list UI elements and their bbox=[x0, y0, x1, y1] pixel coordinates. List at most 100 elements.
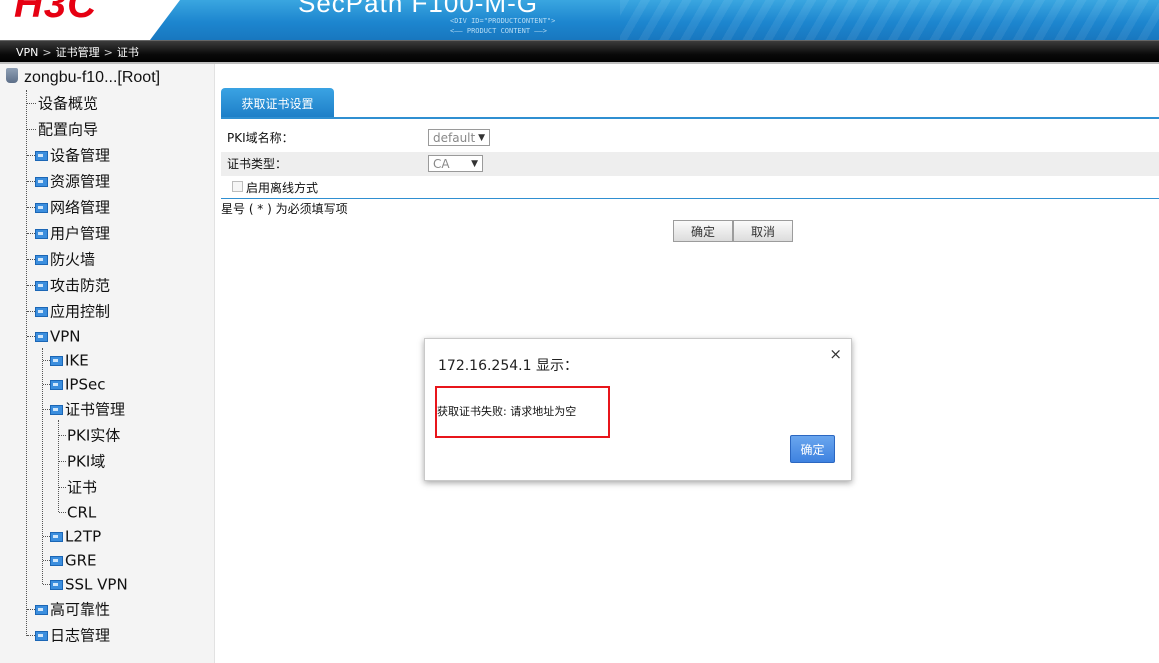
sidebar-item-crl[interactable]: CRL bbox=[67, 501, 96, 523]
sidebar-item-label: 资源管理 bbox=[50, 172, 111, 191]
tree-branch bbox=[27, 259, 35, 260]
tab-get-cert-settings[interactable]: 获取证书设置 bbox=[221, 88, 334, 117]
header-deco-line: <—— PRODUCT CONTENT ——> bbox=[450, 27, 547, 35]
tree-branch bbox=[43, 360, 50, 361]
sidebar-item-label: PKI域 bbox=[67, 452, 106, 471]
folder-icon bbox=[50, 579, 63, 590]
sidebar-item-label: PKI实体 bbox=[67, 426, 121, 445]
sidebar-item-app-control[interactable]: 应用控制 bbox=[35, 300, 110, 322]
folder-icon bbox=[35, 280, 48, 291]
offline-mode-checkbox[interactable] bbox=[232, 181, 243, 192]
tree-branch bbox=[27, 207, 35, 208]
tree-branch bbox=[27, 155, 35, 156]
tree-branch bbox=[43, 560, 50, 561]
cert-type-label: 证书类型： bbox=[227, 157, 288, 171]
alert-dialog: 172.16.254.1 显示： × 获取证书失败: 请求地址为空 确定 bbox=[424, 338, 852, 481]
tree-branch bbox=[27, 129, 36, 130]
sidebar-item-label: 网络管理 bbox=[50, 198, 111, 217]
required-note: 星号 ( * ) 为必须填写项 bbox=[221, 202, 348, 216]
sidebar-item-label: 证书 bbox=[67, 478, 98, 497]
sidebar-item-label: 攻击防范 bbox=[50, 276, 111, 295]
sidebar-item-device-mgmt[interactable]: 设备管理 bbox=[35, 144, 110, 166]
app-header: H3C SecPath F100-M-G <DIV ID="PRODUCTCON… bbox=[0, 0, 1159, 40]
folder-icon bbox=[35, 630, 48, 641]
tree-branch bbox=[59, 435, 66, 436]
sidebar-item-device-overview[interactable]: 设备概览 bbox=[38, 92, 98, 114]
sidebar-item-cert-mgmt[interactable]: 证书管理 bbox=[50, 398, 125, 420]
tree-branch bbox=[59, 487, 66, 488]
breadcrumb-bar: VPN > 证书管理 > 证书 bbox=[0, 40, 1159, 63]
tree-branch bbox=[43, 584, 50, 585]
tree-branch bbox=[27, 609, 35, 610]
sidebar-item-label: GRE bbox=[65, 551, 97, 570]
tree-branch bbox=[43, 409, 50, 410]
sidebar-item-label: 用户管理 bbox=[50, 224, 111, 243]
sidebar-item-label: 日志管理 bbox=[50, 626, 111, 645]
sidebar-item-user-mgmt[interactable]: 用户管理 bbox=[35, 222, 110, 244]
sidebar-item-pki-entity[interactable]: PKI实体 bbox=[67, 424, 120, 446]
sidebar-item-resource-mgmt[interactable]: 资源管理 bbox=[35, 170, 110, 192]
tree-branch bbox=[27, 103, 36, 104]
sidebar-item-label: 证书管理 bbox=[65, 400, 126, 419]
tree-branch bbox=[59, 512, 66, 513]
sidebar-item-vpn[interactable]: VPN bbox=[35, 325, 81, 347]
folder-icon bbox=[50, 555, 63, 566]
ok-button[interactable]: 确定 bbox=[673, 220, 733, 242]
folder-icon bbox=[35, 331, 48, 342]
folder-icon bbox=[35, 254, 48, 265]
sidebar-item-label: VPN bbox=[50, 327, 81, 346]
folder-icon bbox=[50, 404, 63, 415]
dialog-message: 获取证书失败: 请求地址为空 bbox=[437, 405, 577, 418]
header-deco-line: <DIV ID="PRODUCTCONTENT"> bbox=[450, 17, 556, 25]
sidebar-item-label: SSL VPN bbox=[65, 575, 128, 594]
pki-domain-label: PKI域名称： bbox=[227, 131, 294, 145]
form-row-pki-domain: PKI域名称： default ▼ bbox=[221, 126, 1159, 150]
tree-branch bbox=[27, 635, 35, 636]
sidebar-item-label: 应用控制 bbox=[50, 302, 111, 321]
breadcrumb-item[interactable]: 证书 bbox=[117, 46, 139, 59]
sidebar-item-l2tp[interactable]: L2TP bbox=[50, 525, 101, 547]
sidebar-nav-tree: zongbu-f10...[Root] 设备概览 配置向导 设备管理 资源管理 … bbox=[0, 64, 215, 663]
sidebar-item-high-availability[interactable]: 高可靠性 bbox=[35, 598, 110, 620]
dialog-ok-button[interactable]: 确定 bbox=[790, 435, 835, 463]
sidebar-item-pki-domain[interactable]: PKI域 bbox=[67, 450, 105, 472]
close-icon[interactable]: × bbox=[829, 345, 842, 363]
tree-branch bbox=[27, 233, 35, 234]
sidebar-item-config-wizard[interactable]: 配置向导 bbox=[38, 118, 98, 140]
breadcrumb: VPN > 证书管理 > 证书 bbox=[16, 41, 139, 64]
folder-icon bbox=[35, 202, 48, 213]
sidebar-item-firewall[interactable]: 防火墙 bbox=[35, 248, 95, 270]
folder-icon bbox=[50, 355, 63, 366]
breadcrumb-item[interactable]: 证书管理 bbox=[56, 46, 100, 59]
folder-icon bbox=[50, 531, 63, 542]
breadcrumb-item[interactable]: VPN bbox=[16, 46, 38, 59]
tree-guide-line bbox=[58, 420, 59, 512]
sidebar-item-label: CRL bbox=[67, 503, 97, 522]
sidebar-item-label: IPSec bbox=[65, 375, 106, 394]
cert-type-select[interactable]: CA ▼ bbox=[428, 155, 483, 172]
sidebar-item-network-mgmt[interactable]: 网络管理 bbox=[35, 196, 110, 218]
cancel-button[interactable]: 取消 bbox=[733, 220, 793, 242]
tree-root-label: zongbu-f10...[Root] bbox=[24, 69, 161, 86]
tree-branch bbox=[27, 181, 35, 182]
sidebar-item-label: L2TP bbox=[65, 527, 102, 546]
tree-guide-line bbox=[26, 90, 27, 636]
folder-icon bbox=[35, 150, 48, 161]
pki-domain-select[interactable]: default ▼ bbox=[428, 129, 490, 146]
tab-strip: 获取证书设置 bbox=[221, 86, 1159, 119]
pki-domain-value: default bbox=[433, 131, 476, 145]
logo-area: H3C bbox=[0, 0, 180, 40]
sidebar-item-ipsec[interactable]: IPSec bbox=[50, 373, 105, 395]
tree-root[interactable]: zongbu-f10...[Root] bbox=[6, 68, 160, 87]
sidebar-item-certificate[interactable]: 证书 bbox=[67, 476, 97, 498]
sidebar-item-ike[interactable]: IKE bbox=[50, 349, 89, 371]
form-divider bbox=[221, 198, 1159, 199]
sidebar-item-label: 设备管理 bbox=[50, 146, 111, 165]
sidebar-item-log-mgmt[interactable]: 日志管理 bbox=[35, 624, 110, 646]
sidebar-item-gre[interactable]: GRE bbox=[50, 549, 97, 571]
sidebar-item-ssl-vpn[interactable]: SSL VPN bbox=[50, 573, 128, 595]
sidebar-item-attack-defense[interactable]: 攻击防范 bbox=[35, 274, 110, 296]
tree-branch bbox=[27, 336, 35, 337]
folder-icon bbox=[35, 604, 48, 615]
tree-branch bbox=[43, 384, 50, 385]
